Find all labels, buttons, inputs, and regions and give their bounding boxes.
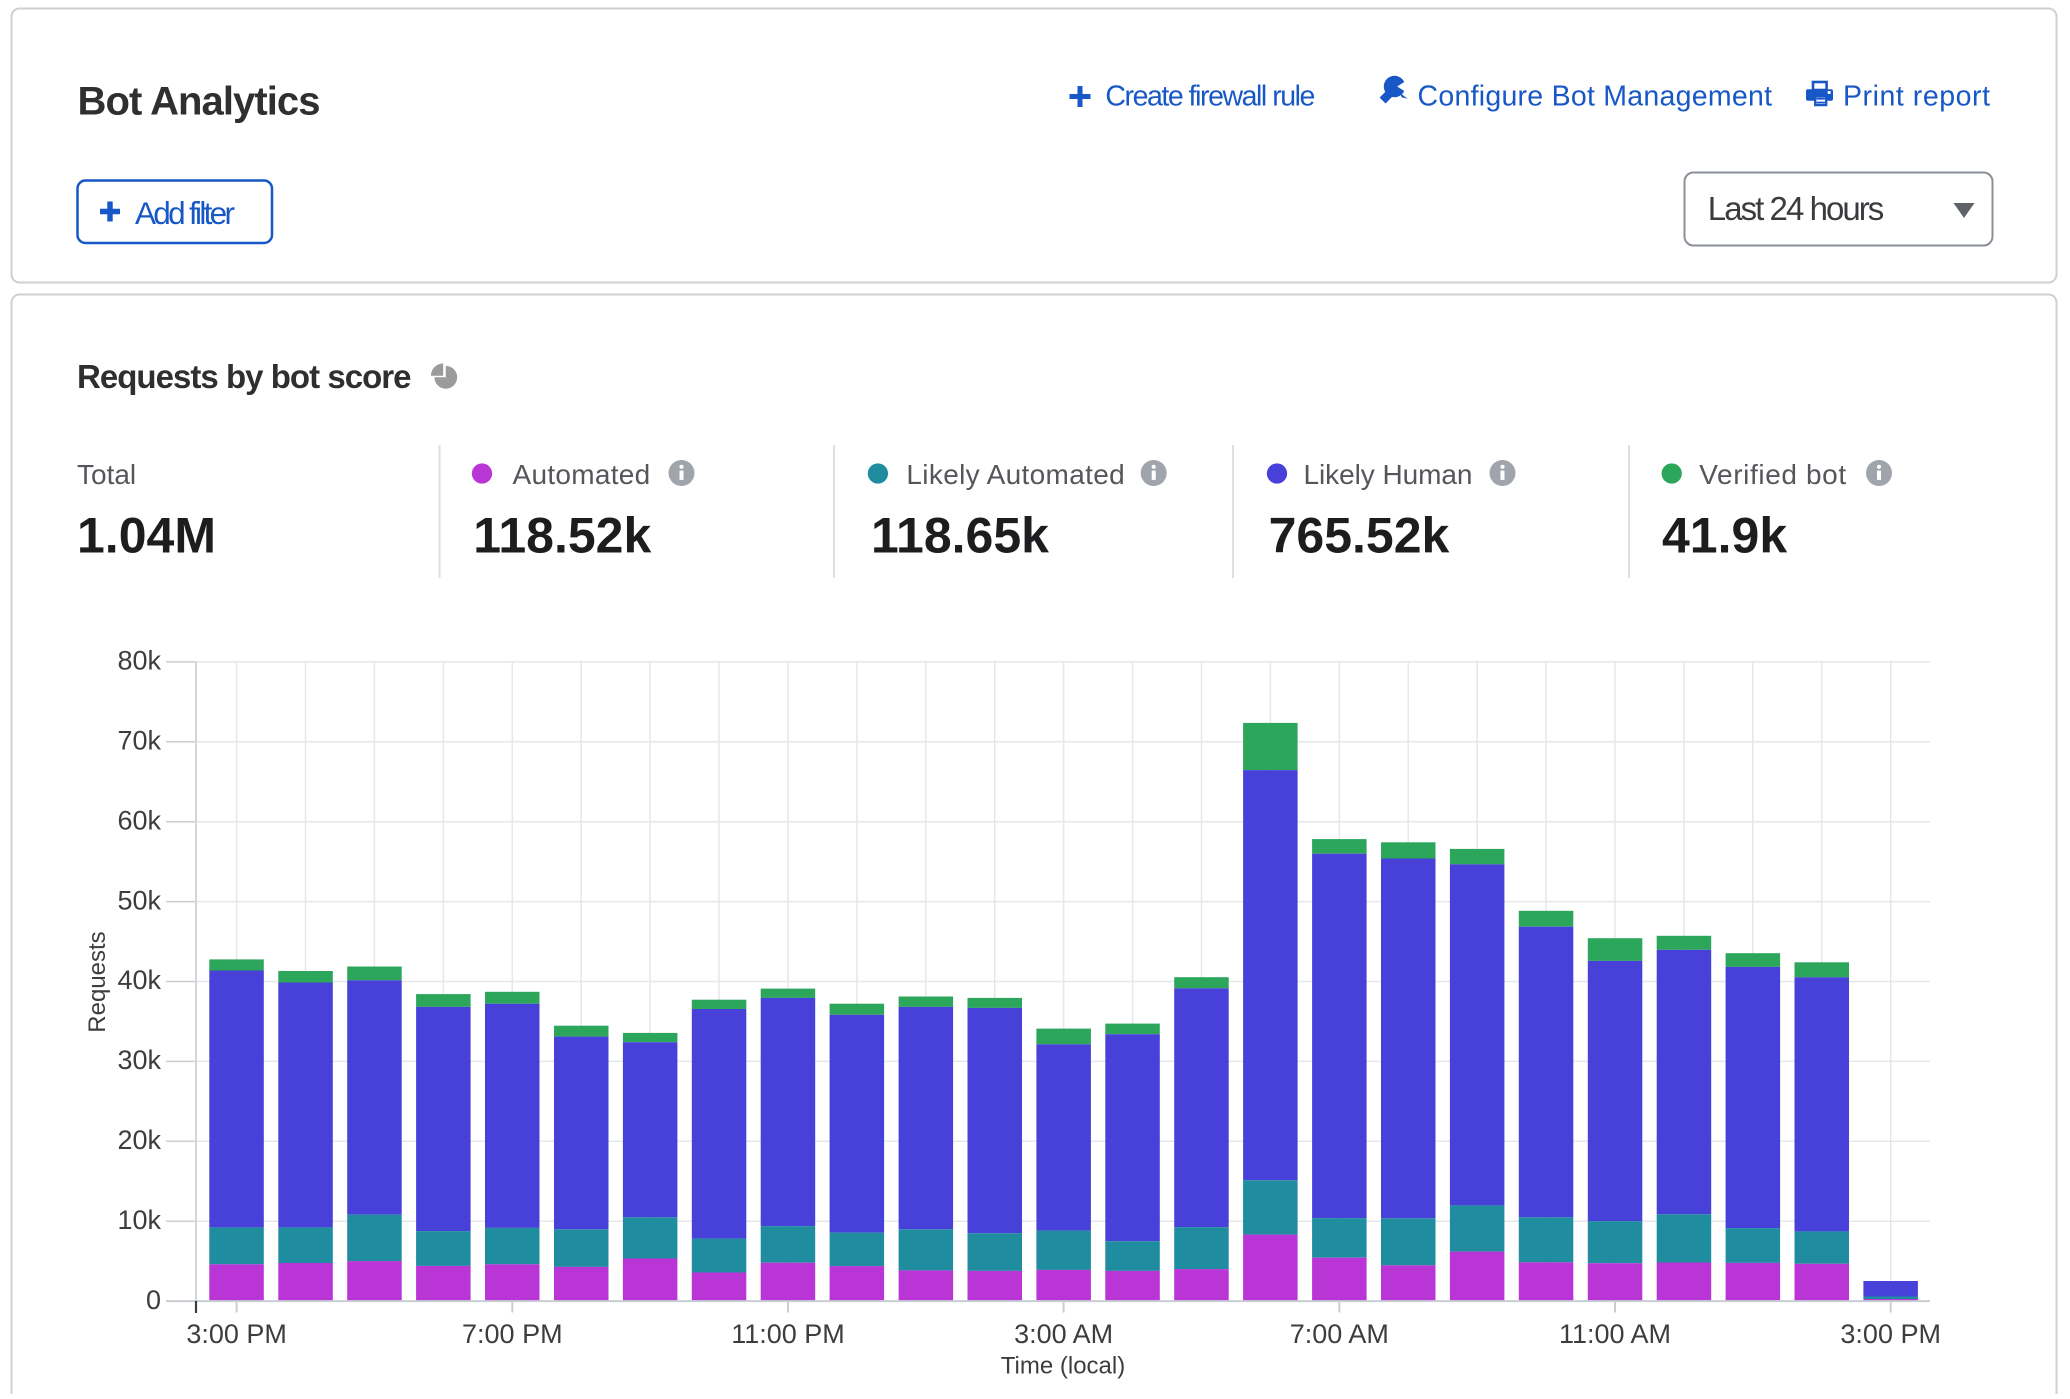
svg-text:118.52k: 118.52k: [473, 507, 651, 563]
svg-text:Requests by bot score: Requests by bot score: [77, 358, 412, 395]
svg-text:80k: 80k: [117, 646, 161, 676]
svg-text:41.9k: 41.9k: [1662, 507, 1787, 563]
svg-text:Time (local): Time (local): [1001, 1352, 1125, 1379]
svg-text:Total: Total: [77, 459, 136, 490]
svg-text:3:00 PM: 3:00 PM: [1840, 1319, 1941, 1349]
svg-text:3:00 PM: 3:00 PM: [186, 1319, 287, 1349]
svg-text:20k: 20k: [117, 1125, 161, 1155]
svg-text:Likely Automated: Likely Automated: [906, 459, 1124, 490]
svg-text:11:00 AM: 11:00 AM: [1559, 1319, 1671, 1349]
svg-text:3:00 AM: 3:00 AM: [1014, 1319, 1113, 1349]
svg-text:Bot Analytics: Bot Analytics: [78, 80, 321, 124]
svg-text:0: 0: [146, 1285, 161, 1315]
svg-text:7:00 AM: 7:00 AM: [1290, 1319, 1389, 1349]
svg-text:10k: 10k: [117, 1205, 161, 1235]
svg-text:60k: 60k: [117, 805, 161, 835]
svg-text:118.65k: 118.65k: [871, 507, 1049, 563]
svg-text:Requests: Requests: [84, 931, 111, 1032]
svg-text:50k: 50k: [117, 885, 161, 915]
svg-text:Likely Human: Likely Human: [1304, 459, 1473, 490]
svg-text:765.52k: 765.52k: [1269, 507, 1450, 563]
svg-text:30k: 30k: [117, 1045, 161, 1075]
svg-text:Print report: Print report: [1843, 81, 1990, 113]
svg-text:Automated: Automated: [513, 459, 651, 490]
svg-text:Verified bot: Verified bot: [1699, 459, 1846, 490]
svg-text:70k: 70k: [117, 726, 161, 756]
svg-text:Add filter: Add filter: [135, 195, 235, 231]
svg-text:7:00 PM: 7:00 PM: [462, 1319, 563, 1349]
svg-text:40k: 40k: [117, 965, 161, 995]
svg-text:11:00 PM: 11:00 PM: [731, 1319, 845, 1349]
svg-text:1.04M: 1.04M: [77, 507, 216, 563]
svg-text:Configure Bot Management: Configure Bot Management: [1418, 81, 1773, 113]
svg-text:Last 24 hours: Last 24 hours: [1708, 190, 1885, 227]
svg-text:Create firewall rule: Create firewall rule: [1105, 81, 1315, 113]
